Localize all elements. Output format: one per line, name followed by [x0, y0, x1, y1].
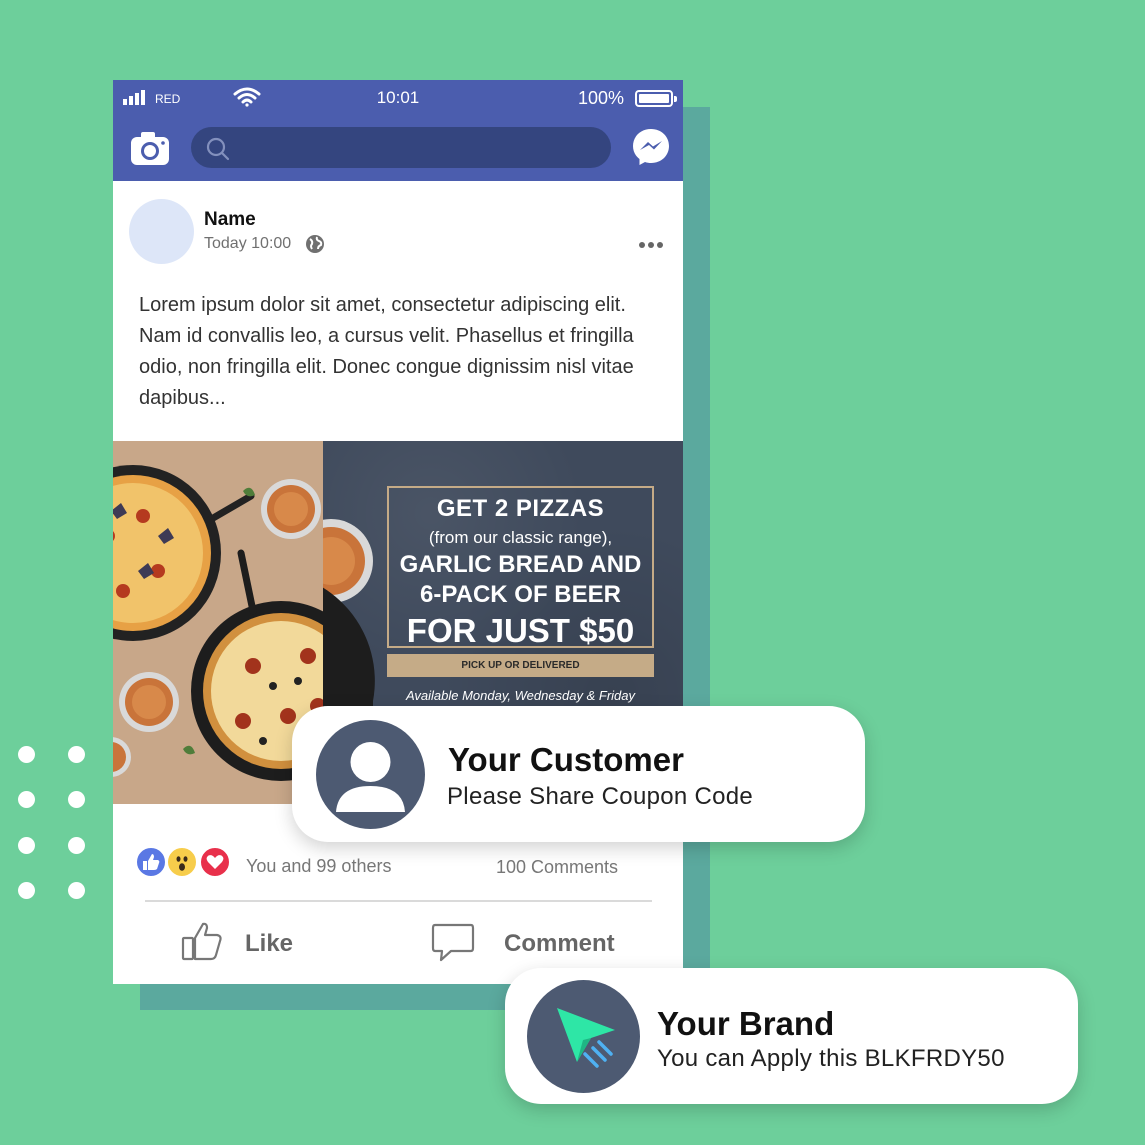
customer-title: Your Customer [448, 741, 684, 778]
more-options-icon[interactable] [639, 242, 663, 248]
search-bar[interactable] [191, 127, 611, 168]
comment-button[interactable]: Comment [431, 918, 651, 968]
customer-message: Please Share Coupon Code [447, 783, 754, 810]
customer-avatar-icon [316, 720, 425, 829]
post-body-text: Lorem ipsum dolor sit amet, consectetur … [139, 294, 634, 409]
ad-headline-1: GET 2 PIZZAS [436, 495, 605, 522]
ad-availability: Available Monday, Wednesday & Friday [405, 688, 636, 703]
ad-offer-box: GET 2 PIZZAS (from our classic range), G… [387, 486, 654, 649]
decorative-dots [18, 746, 88, 900]
brand-message: You can Apply this BLKFRDY50 [657, 1045, 1005, 1072]
search-input[interactable] [239, 135, 589, 160]
ad-headline-4: 6-PACK OF BEER [420, 581, 621, 608]
battery-percent: 100% [578, 88, 625, 108]
top-nav-bar [113, 120, 683, 181]
post-author-name[interactable]: Name [204, 209, 256, 231]
ad-headline-2: (from our classic range), [428, 528, 613, 547]
comment-label: Comment [504, 930, 615, 957]
actions-divider [145, 900, 652, 902]
search-icon [205, 136, 231, 167]
comment-bubble-icon [431, 922, 475, 969]
brand-title: Your Brand [657, 1005, 835, 1042]
ad-pickup-band: PICK UP OR DELIVERED [387, 654, 654, 677]
reactions-summary[interactable]: You and 99 others [246, 856, 391, 877]
brand-message-card: Your Brand You can Apply this BLKFRDY50 [505, 968, 1078, 1104]
reaction-icons[interactable] [135, 846, 235, 882]
messenger-icon[interactable] [631, 127, 671, 172]
like-button[interactable]: Like [181, 918, 341, 968]
post-timestamp: Today 10:00 [204, 235, 292, 252]
thumbs-up-icon [181, 920, 225, 967]
comments-count[interactable]: 100 Comments [496, 857, 618, 878]
post-author-avatar[interactable] [129, 199, 194, 264]
status-bar: RED 10:01 100% [113, 80, 683, 120]
like-label: Like [245, 930, 294, 957]
love-reaction-icon [199, 846, 231, 878]
camera-icon[interactable] [129, 128, 171, 173]
ad-headline-3: GARLIC BREAD AND [399, 551, 642, 578]
phone-screen: RED 10:01 100% Name Today 10:00 Lorem ip… [113, 80, 683, 984]
battery-icon [635, 90, 677, 107]
customer-message-card: Your Customer Please Share Coupon Code [292, 706, 865, 842]
wow-reaction-icon [166, 846, 198, 878]
like-reaction-icon [135, 846, 167, 878]
brand-logo-icon [527, 980, 640, 1093]
globe-icon [305, 234, 325, 259]
ad-price-line: FOR JUST $50 [406, 612, 635, 649]
